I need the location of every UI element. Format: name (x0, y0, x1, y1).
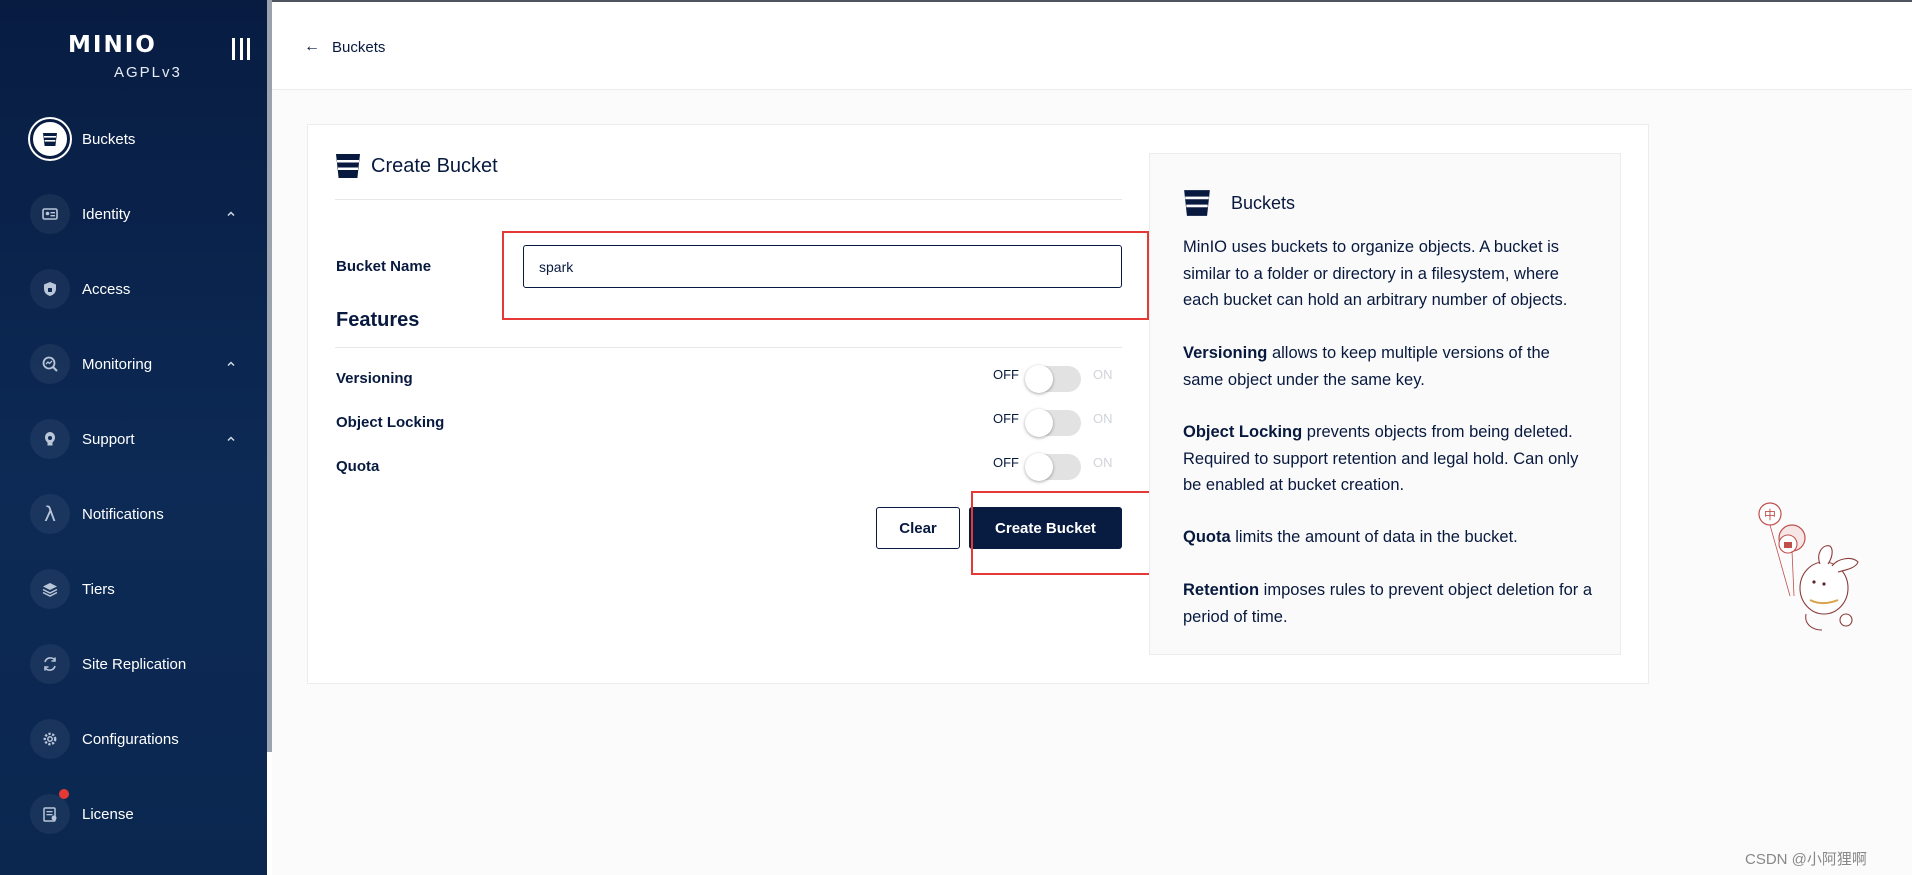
sidebar-item-support[interactable]: Support (0, 409, 267, 469)
versioning-toggle[interactable] (1025, 365, 1081, 393)
sidebar-item-buckets[interactable]: Buckets (0, 109, 267, 169)
logo-wordmark: MINIO (68, 32, 157, 58)
replication-icon (30, 644, 70, 684)
sidebar-item-label: Site Replication (82, 655, 187, 673)
license-label: AGPLv3 (114, 64, 182, 81)
help-object-locking: Object Locking prevents objects from bei… (1183, 423, 1579, 494)
sidebar-item-tiers[interactable]: Tiers (0, 559, 267, 619)
minio-logo[interactable]: MINIO AGPLv3 (68, 32, 180, 81)
support-icon (30, 419, 70, 459)
sidebar-item-monitoring[interactable]: Monitoring (0, 334, 267, 394)
help-versioning: Versioning allows to keep multiple versi… (1183, 344, 1550, 389)
back-to-buckets-link[interactable]: ← Buckets (304, 38, 385, 56)
sidebar-item-label: Notifications (82, 505, 164, 523)
toggle-knob (1025, 453, 1053, 481)
create-bucket-button[interactable]: Create Bucket (969, 507, 1122, 549)
watermark: CSDN @小阿狸啊 (1745, 851, 1867, 868)
top-bar: ← Buckets (272, 0, 1912, 90)
gear-icon (30, 719, 70, 759)
sidebar-item-label: License (82, 805, 134, 823)
license-icon (30, 794, 70, 834)
sidebar-item-notifications[interactable]: λ Notifications (0, 484, 267, 544)
title-divider (335, 199, 1122, 200)
toggle-knob (1025, 409, 1053, 437)
sidebar-item-site-replication[interactable]: Site Replication (0, 634, 267, 694)
sidebar-item-label: Monitoring (82, 355, 153, 373)
collapse-sidebar-button[interactable] (232, 38, 250, 60)
quota-toggle[interactable] (1025, 453, 1081, 481)
shield-icon (30, 269, 70, 309)
toggle-on-label: ON (1093, 455, 1113, 470)
toggle-off-label: OFF (993, 411, 1019, 426)
help-header: Buckets (1183, 188, 1295, 218)
help-quota: Quota limits the amount of data in the b… (1183, 528, 1518, 546)
notification-dot (59, 789, 69, 799)
tiers-icon (30, 569, 70, 609)
identity-icon (30, 194, 70, 234)
toggle-off-label: OFF (993, 367, 1019, 382)
help-title: Buckets (1231, 192, 1296, 213)
sidebar-item-license[interactable]: License (0, 784, 267, 844)
features-title: Features (336, 309, 420, 331)
sidebar-item-label: Buckets (82, 130, 136, 148)
page-title: Create Bucket (371, 154, 498, 177)
chevron-up-icon (227, 436, 235, 442)
rabbit-mascot: 中 (1758, 502, 1859, 631)
sidebar-item-label: Tiers (82, 580, 115, 598)
svg-text:中: 中 (1764, 507, 1776, 522)
arrow-left-icon: ← (304, 38, 320, 55)
object-locking-label: Object Locking (336, 414, 445, 431)
sidebar: MINIO AGPLv3 Buckets Identity Access Mon… (0, 0, 267, 875)
chevron-up-icon (227, 361, 235, 367)
object-locking-toggle[interactable] (1025, 409, 1081, 437)
bucket-icon (336, 154, 360, 178)
toggle-knob (1025, 365, 1053, 393)
sidebar-item-label: Configurations (82, 730, 179, 748)
form-header: Create Bucket (335, 152, 498, 180)
sidebar-item-label: Support (82, 430, 135, 448)
clear-button[interactable]: Clear (876, 507, 960, 549)
quota-label: Quota (336, 458, 380, 475)
help-retention: Retention imposes rules to prevent objec… (1183, 581, 1593, 626)
sidebar-item-identity[interactable]: Identity (0, 184, 267, 244)
sidebar-item-access[interactable]: Access (0, 259, 267, 319)
back-label: Buckets (332, 38, 386, 56)
features-divider (335, 347, 1122, 348)
versioning-label: Versioning (336, 370, 413, 387)
lambda-icon: λ (30, 494, 70, 534)
monitoring-icon (30, 344, 70, 384)
bucket-name-input[interactable] (523, 245, 1122, 288)
chevron-up-icon (227, 211, 235, 217)
sidebar-item-label: Identity (82, 205, 131, 223)
toggle-on-label: ON (1093, 367, 1113, 382)
bucket-icon (1184, 190, 1210, 216)
bucket-name-label: Bucket Name (336, 258, 432, 275)
help-intro: MinIO uses buckets to organize objects. … (1183, 238, 1568, 309)
toggle-on-label: ON (1093, 411, 1113, 426)
sidebar-item-configurations[interactable]: Configurations (0, 709, 267, 769)
sidebar-item-label: Access (82, 280, 131, 298)
bucket-icon (30, 119, 70, 159)
toggle-off-label: OFF (993, 455, 1019, 470)
